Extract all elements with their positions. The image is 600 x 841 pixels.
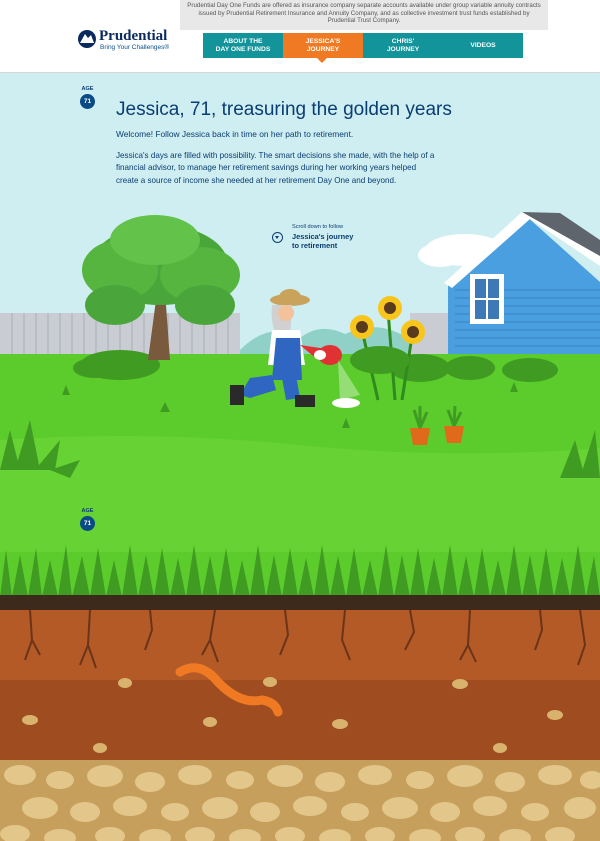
nav-jessicas-journey[interactable]: JESSICA'S JOURNEY — [283, 33, 363, 58]
age-badge-lower: AGE 71 — [79, 508, 96, 531]
prudential-logo[interactable]: Prudential Bring Your Challenges® — [78, 28, 188, 54]
nav-label-line1: CHRIS' — [391, 37, 415, 45]
age-label: AGE — [81, 508, 94, 514]
nav-label-line1: JESSICA'S — [305, 37, 341, 45]
brand-name: Prudential — [99, 28, 168, 44]
age-value: 71 — [80, 516, 95, 531]
age-badge: AGE 71 — [79, 86, 96, 109]
nav-videos[interactable]: VIDEOS — [443, 33, 523, 58]
scroll-hint-small: Scroll down to follow — [292, 224, 343, 230]
main-nav: ABOUT THE DAY ONE FUNDS JESSICA'S JOURNEY … — [203, 33, 523, 58]
topsoil — [0, 595, 600, 610]
prudential-rock-icon — [78, 30, 96, 48]
scroll-down-icon[interactable] — [272, 232, 283, 243]
nav-label-line2: JOURNEY — [306, 45, 340, 53]
disclaimer-text: Prudential Day One Funds are offered as … — [180, 0, 548, 30]
nav-about-day-one-funds[interactable]: ABOUT THE DAY ONE FUNDS — [203, 33, 283, 58]
active-nav-indicator — [317, 58, 327, 63]
nav-label: VIDEOS — [470, 41, 496, 49]
age-value: 71 — [80, 94, 95, 109]
garden-scene-illustration — [0, 72, 600, 841]
welcome-text: Welcome! Follow Jessica back in time on … — [116, 129, 354, 139]
intro-paragraph: Jessica's days are filled with possibili… — [116, 151, 435, 185]
site-header: Prudential Bring Your Challenges® Pruden… — [0, 0, 600, 73]
age-label: AGE — [81, 86, 94, 92]
nav-label-line1: ABOUT THE — [223, 37, 263, 45]
page-title: Jessica, 71, treasuring the golden years — [116, 99, 452, 120]
brand-tagline: Bring Your Challenges® — [100, 44, 170, 51]
scroll-hint-line1: Jessica's journey — [292, 232, 354, 241]
nav-label-line2: JOURNEY — [386, 45, 420, 53]
scroll-hint-bold: Jessica's journey to retirement — [292, 232, 353, 250]
scroll-hint-line2: to retirement — [292, 241, 338, 250]
nav-label-line2: DAY ONE FUNDS — [215, 45, 271, 53]
nav-chris-journey[interactable]: CHRIS' JOURNEY — [363, 33, 443, 58]
